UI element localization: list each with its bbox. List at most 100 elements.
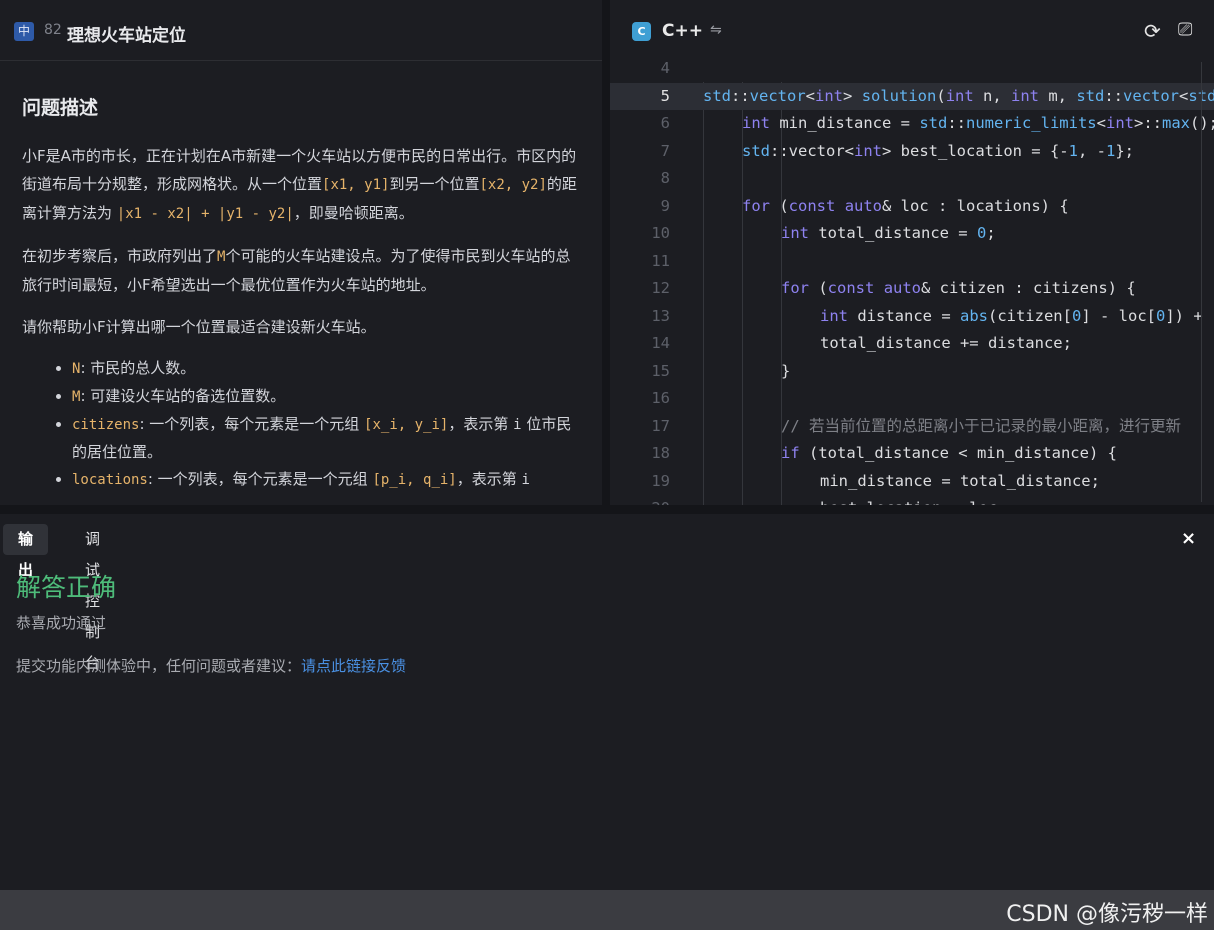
code-token: min_distance =	[770, 114, 920, 132]
text-run: ，表示第	[456, 470, 522, 488]
code-text: best_location = loc;	[820, 495, 1007, 505]
code-line[interactable]: 19 min_distance = total_distance;	[610, 468, 1214, 495]
code-token: total_distance += distance;	[820, 334, 1072, 352]
description-paragraph-3: 请你帮助小F计算出哪一个位置最适合建设新火车站。	[22, 318, 376, 336]
text-run: ，即曼哈顿距离。	[293, 204, 414, 222]
description-paragraph-1: 小F是A市的市长，正在计划在A市新建一个火车站以方便市民的日常出行。市区内的街道…	[22, 142, 580, 228]
code-token: int	[781, 224, 809, 242]
code-token: >::	[1133, 114, 1162, 132]
text-run: : 一个列表，每个元素是一个元组	[139, 415, 365, 433]
code-line[interactable]: 8	[610, 165, 1214, 192]
close-icon[interactable]: ×	[1181, 528, 1196, 549]
code-token: <	[1096, 114, 1106, 132]
editor-scrollbar[interactable]	[1201, 62, 1202, 502]
line-number: 16	[651, 389, 670, 407]
language-selector[interactable]: C++	[662, 21, 703, 41]
feedback-text: 提交功能内测体验中，任何问题或者建议：	[16, 657, 302, 675]
tab-output[interactable]: 输出	[3, 524, 49, 579]
code-token: int	[945, 86, 974, 105]
code-token: auto	[844, 196, 883, 215]
code-text: std::vector<int> best_location = {-1, -1…	[742, 138, 1134, 165]
code-line[interactable]: 13 int distance = abs(citizen[0] - loc[0]…	[610, 303, 1214, 330]
problem-title: 理想火车站定位	[67, 26, 186, 46]
code-token: }	[781, 361, 791, 380]
code-token: for	[742, 196, 770, 215]
code-token: const	[827, 279, 875, 297]
code-token: std	[742, 141, 770, 160]
code-line[interactable]: 18 if (total_distance < min_distance) {	[610, 440, 1214, 467]
switch-language-icon[interactable]: ⇋	[710, 22, 722, 38]
code-area[interactable]: 4 5 std::vector<int> solution(int n, int m…	[610, 55, 1214, 505]
parameter-item: N: 市民的总人数。	[72, 355, 580, 383]
text-run: : 市民的总人数。	[80, 359, 196, 377]
inline-code: locations	[72, 472, 148, 488]
inline-mono: i	[521, 472, 530, 488]
code-line[interactable]: 15}	[610, 358, 1214, 385]
reset-code-icon[interactable]: ⟳	[1144, 19, 1161, 43]
inline-code: |x1 - x2| + |y1 - y2|	[116, 206, 294, 222]
code-token: 1	[1105, 141, 1116, 160]
inline-code: [x_i, y_i]	[364, 417, 449, 433]
code-token: 0	[1071, 306, 1082, 325]
code-text: min_distance = total_distance;	[820, 468, 1100, 495]
vertical-splitter[interactable]	[602, 0, 610, 505]
code-line[interactable]: 12 for (const auto& citizen : citizens) {	[610, 275, 1214, 302]
output-panel: 输出 调试控制台 × 解答正确 恭喜成功通过 提交功能内测体验中，任何问题或者建…	[0, 514, 1214, 890]
code-line[interactable]: 6 int min_distance = std::numeric_limits<…	[610, 110, 1214, 137]
inline-code: [x2, y2]	[479, 177, 547, 193]
line-number: 15	[651, 361, 670, 380]
line-number: 14	[651, 334, 670, 352]
code-text: // 若当前位置的总距离小于已记录的最小距离，进行更新	[781, 413, 1181, 440]
code-token: <	[805, 86, 816, 105]
code-text: total_distance += distance;	[820, 330, 1072, 357]
feedback-link[interactable]: 请点此链接反馈	[301, 657, 406, 675]
code-line[interactable]: 20 best_location = loc;	[610, 495, 1214, 505]
code-token: if	[781, 444, 800, 462]
code-text: for (const auto& loc : locations) {	[742, 193, 1069, 220]
code-token: min_distance = total_distance;	[820, 471, 1100, 490]
text-run: : 可建设火车站的备选位置数。	[80, 387, 286, 405]
inline-mono: i	[513, 417, 522, 433]
line-number: 4	[660, 59, 670, 77]
code-token: total_distance =	[809, 224, 977, 242]
tab-debug-console[interactable]: 调试控制台	[70, 524, 115, 672]
code-line[interactable]: 4	[610, 55, 1214, 82]
text-run: 在初步考察后，市政府列出了	[22, 247, 218, 265]
code-line[interactable]: 9 for (const auto& loc : locations) {	[610, 193, 1214, 220]
status-bar: CSDN @像污秽一样	[0, 890, 1214, 930]
code-line[interactable]: 5 std::vector<int> solution(int n, int m,…	[610, 82, 1214, 110]
code-token: int	[854, 141, 882, 160]
code-line[interactable]: 17 // 若当前位置的总距离小于已记录的最小距离，进行更新	[610, 413, 1214, 440]
code-line[interactable]: 10 int total_distance = 0;	[610, 220, 1214, 247]
code-token: max	[1161, 114, 1190, 132]
code-token: n,	[973, 86, 1012, 105]
code-line[interactable]: 11	[610, 248, 1214, 275]
code-token: & loc : locations) {	[882, 196, 1069, 215]
code-token: ::	[947, 114, 966, 132]
code-token: distance =	[848, 306, 960, 325]
code-token: 0	[976, 224, 987, 242]
inline-code: [x1, y1]	[322, 177, 390, 193]
code-token: const	[788, 196, 836, 215]
line-number: 20	[610, 495, 670, 505]
code-token: solution	[861, 86, 937, 105]
code-token: abs	[959, 306, 988, 325]
language-badge[interactable]: 中	[14, 22, 34, 41]
code-text: std::vector<int> solution(int n, int m, …	[703, 83, 1214, 110]
code-token: ] - loc[	[1081, 306, 1156, 325]
result-status: 解答正确	[16, 573, 117, 602]
horizontal-splitter[interactable]	[0, 505, 1214, 514]
code-text: int total_distance = 0;	[781, 220, 996, 247]
description-heading: 问题描述	[22, 97, 99, 119]
code-token: std	[919, 114, 948, 132]
code-token: vector	[1123, 86, 1180, 105]
code-line[interactable]: 7 std::vector<int> best_location = {-1, -…	[610, 138, 1214, 165]
code-text: int min_distance = std::numeric_limits<i…	[742, 110, 1214, 137]
format-code-icon[interactable]: ⎚	[1178, 19, 1192, 40]
code-line[interactable]: 14 total_distance += distance;	[610, 330, 1214, 357]
code-line[interactable]: 16	[610, 385, 1214, 412]
code-token: for	[781, 279, 809, 297]
code-text: }	[781, 358, 790, 385]
